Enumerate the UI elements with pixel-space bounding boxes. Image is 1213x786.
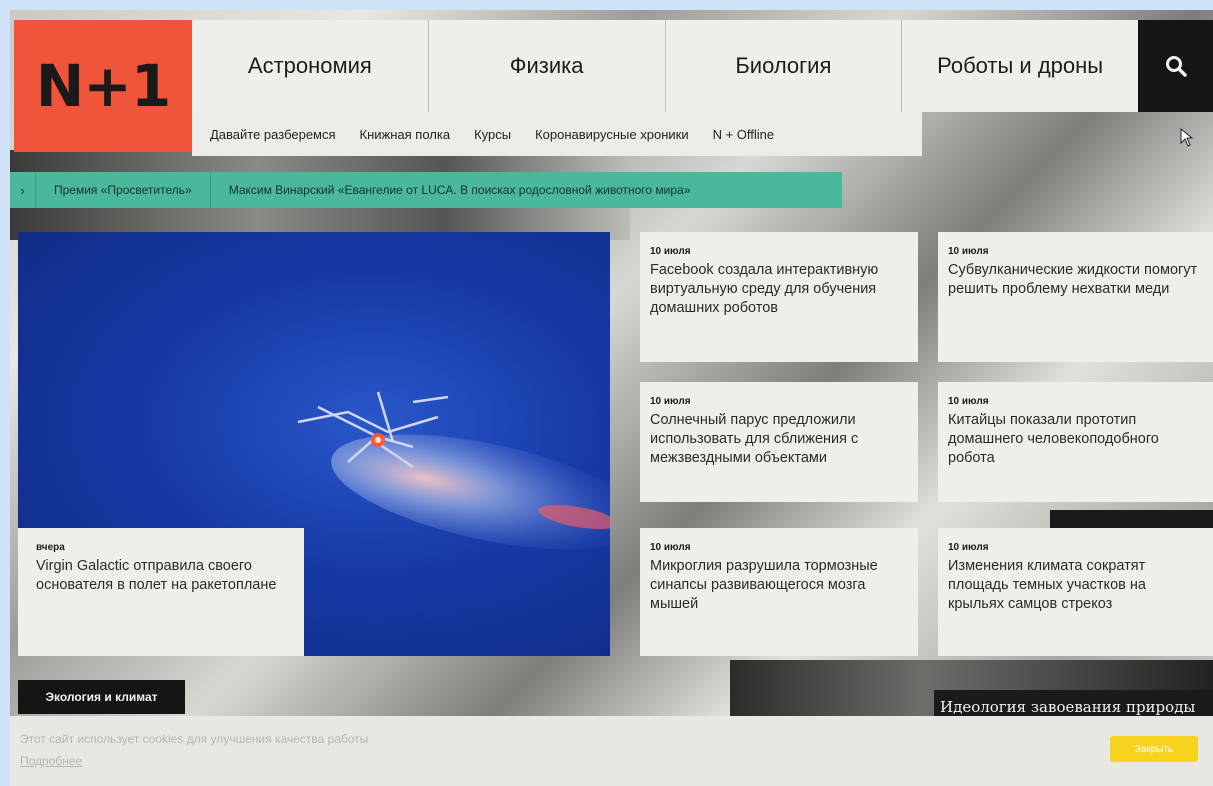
nav-physics[interactable]: Физика [429, 20, 666, 112]
news-card[interactable]: 10 июля Facebook создала интерактивную в… [640, 232, 918, 362]
news-ticker: › Премия «Просветитель» Максим Винарский… [10, 172, 842, 208]
subnav-books[interactable]: Книжная полка [348, 127, 463, 142]
nav-astronomy[interactable]: Астрономия [192, 20, 429, 112]
news-card[interactable]: 10 июля Субвулканические жидкости помогу… [938, 232, 1213, 362]
hero-news-card[interactable]: вчера Virgin Galactic отправила своего о… [18, 528, 304, 656]
news-title[interactable]: Субвулканические жидкости помогут решить… [948, 261, 1203, 299]
subnav-offline[interactable]: N + Offline [701, 127, 787, 142]
ticker-item[interactable]: Максим Винарский «Евангелие от LUCA. В п… [211, 183, 709, 197]
rubric-label[interactable]: Экология и климат [18, 680, 185, 714]
subnav-explain[interactable]: Давайте разберемся [192, 127, 348, 142]
news-date: 10 июля [650, 396, 691, 407]
search-icon [1165, 56, 1187, 77]
page-frame: N+1 Астрономия Физика Биология Роботы и … [10, 10, 1213, 786]
news-date: 10 июля [948, 246, 989, 257]
news-title[interactable]: Солнечный парус предложили использовать … [650, 411, 908, 468]
nav-robots[interactable]: Роботы и дроны [902, 20, 1138, 112]
news-title[interactable]: Virgin Galactic отправила своего основат… [36, 557, 286, 595]
news-card[interactable]: 10 июля Изменения климата сократят площа… [938, 528, 1213, 656]
news-date: 10 июля [948, 542, 989, 553]
news-card[interactable]: 10 июля Китайцы показали прототип домашн… [938, 382, 1213, 502]
news-date: вчера [36, 542, 65, 553]
search-button[interactable] [1138, 20, 1213, 112]
news-title[interactable]: Микроглия разрушила тормозные синапсы ра… [650, 557, 908, 614]
cookie-more-link[interactable]: Подробнее [20, 754, 82, 768]
news-card[interactable]: 10 июля Микроглия разрушила тормозные си… [640, 528, 918, 656]
main-nav: Астрономия Физика Биология Роботы и дрон… [192, 20, 1138, 112]
nav-biology[interactable]: Биология [666, 20, 903, 112]
background-photo [1050, 510, 1213, 530]
news-title[interactable]: Facebook создала интерактивную виртуальн… [650, 261, 908, 318]
news-date: 10 июля [650, 246, 691, 257]
ticker-arrow-icon[interactable]: › [10, 172, 36, 208]
sub-nav: Давайте разберемся Книжная полка Курсы К… [192, 112, 922, 156]
subnav-courses[interactable]: Курсы [462, 127, 523, 142]
mouse-cursor-icon [1180, 128, 1194, 147]
cookie-text: Этот сайт использует cookies для улучшен… [20, 732, 369, 746]
subnav-covid[interactable]: Коронавирусные хроники [523, 127, 701, 142]
news-date: 10 июля [948, 396, 989, 407]
news-card[interactable]: 10 июля Солнечный парус предложили испол… [640, 382, 918, 502]
site-logo[interactable]: N+1 [14, 20, 192, 152]
cookie-close-button[interactable]: Закрыть [1110, 736, 1198, 762]
cookie-banner: Этот сайт использует cookies для улучшен… [10, 716, 1213, 786]
news-title[interactable]: Китайцы показали прототип домашнего чело… [948, 411, 1203, 468]
ticker-item[interactable]: Премия «Просветитель» [36, 172, 211, 208]
news-date: 10 июля [650, 542, 691, 553]
news-title[interactable]: Изменения климата сократят площадь темны… [948, 557, 1203, 614]
